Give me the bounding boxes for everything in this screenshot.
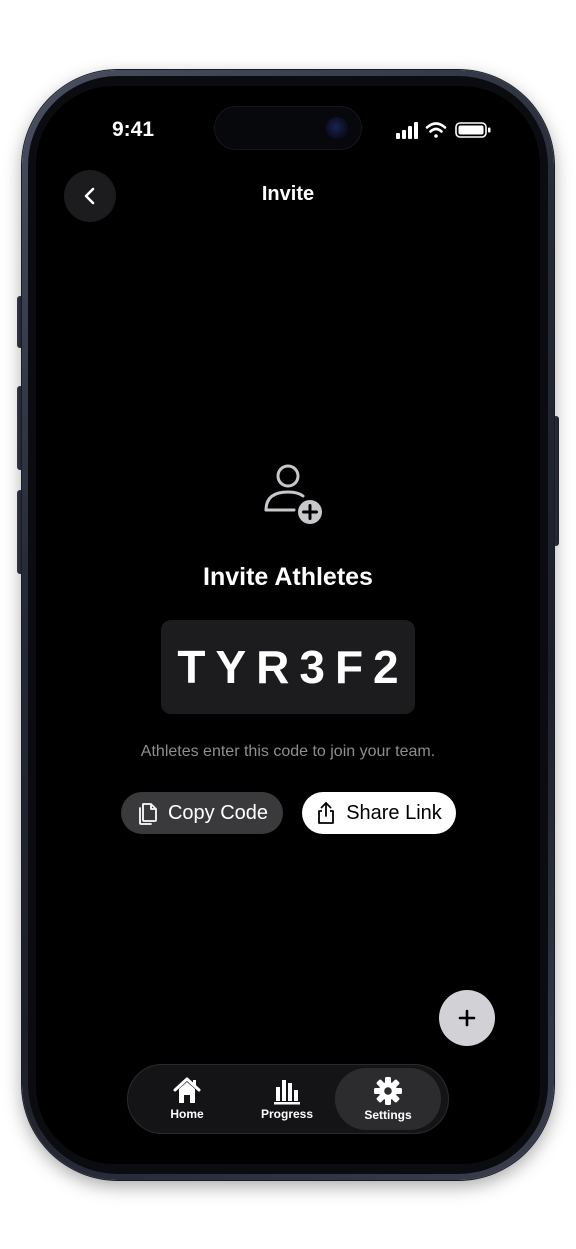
page-title: Invite xyxy=(261,183,315,205)
invite-heading: Invite Athletes xyxy=(203,563,373,591)
share-link-label: Share Link xyxy=(346,801,442,824)
tab-settings-label: Settings xyxy=(364,1108,412,1122)
battery-icon xyxy=(455,122,491,138)
phone-screen: 9:41 Invite Invite Athletes TYR3F2 Athle… xyxy=(36,86,540,1164)
plus-icon xyxy=(458,1009,476,1027)
tab-settings[interactable]: Settings xyxy=(335,1068,441,1130)
front-camera xyxy=(326,117,348,139)
invite-code: TYR3F2 xyxy=(177,641,409,693)
tab-bar: Home Progress Settings xyxy=(127,1064,449,1134)
share-icon xyxy=(318,802,335,824)
invite-hint: Athletes enter this code to join your te… xyxy=(140,743,436,760)
wifi-icon xyxy=(425,122,447,138)
tab-progress-label: Progress xyxy=(260,1107,314,1121)
tab-home[interactable]: Home xyxy=(137,1068,237,1130)
dynamic-island xyxy=(214,106,362,150)
add-person-icon xyxy=(258,460,326,528)
share-link-button[interactable]: Share Link xyxy=(302,792,456,834)
copy-code-button[interactable]: Copy Code xyxy=(121,792,283,834)
device-mockup: 9:41 Invite Invite Athletes TYR3F2 Athle… xyxy=(0,0,576,1249)
bar-chart-icon xyxy=(274,1080,300,1105)
tab-progress[interactable]: Progress xyxy=(237,1068,337,1130)
add-button[interactable] xyxy=(439,990,495,1046)
status-time: 9:41 xyxy=(112,118,155,141)
gear-icon xyxy=(374,1077,402,1105)
tab-home-label: Home xyxy=(170,1107,204,1121)
invite-code-box: TYR3F2 xyxy=(161,620,415,714)
status-icons xyxy=(396,120,496,140)
cellular-signal-icon xyxy=(396,122,418,139)
house-icon xyxy=(173,1077,201,1103)
copy-code-label: Copy Code xyxy=(167,801,269,824)
copy-icon xyxy=(139,803,157,825)
